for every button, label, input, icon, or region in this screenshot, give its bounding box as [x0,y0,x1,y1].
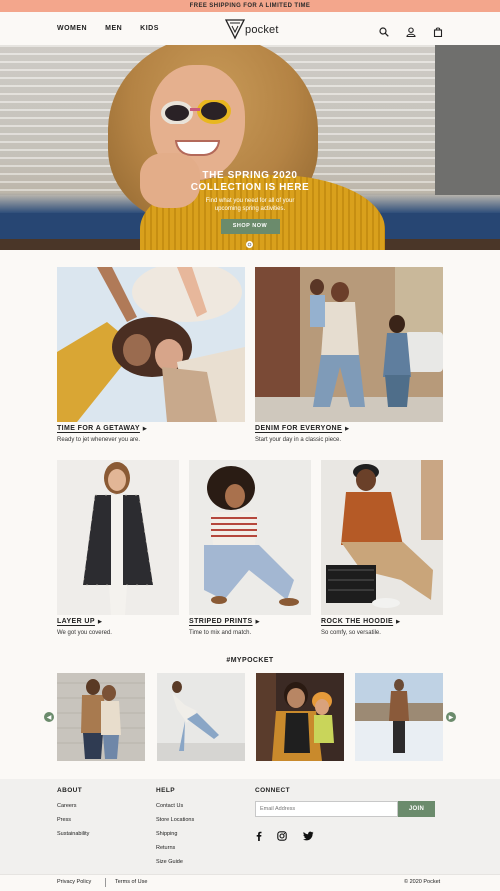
product-title-layer-up-text: LAYER UP [57,618,95,625]
carousel-prev-button[interactable]: ◀ [44,712,54,722]
join-button[interactable]: JOIN [398,801,435,817]
feature-title-denim-text: DENIM FOR EVERYONE [255,425,343,432]
arrow-right-icon: ▶ [97,619,103,625]
footer-help-title: HELP [156,787,175,794]
instagram-icon[interactable] [277,828,287,841]
product-title-striped-text: STRIPED PRINTS [189,618,253,625]
nav-kids[interactable]: KIDS [140,25,159,32]
getaway-photo [57,267,245,422]
striped-photo [189,460,311,615]
facebook-icon[interactable] [254,828,264,841]
arrow-right-icon: ▶ [396,619,401,625]
feature-title-denim[interactable]: DENIM FOR EVERYONE ▶ [255,425,349,432]
instagram-photo-1 [57,673,145,761]
footer-link-stores[interactable]: Store Locations [156,817,194,823]
terms-of-use-link[interactable]: Terms of Use [115,879,147,885]
copyright-text: © 2020 Pocket [404,879,441,885]
footer-link-press[interactable]: Press [57,817,71,823]
feature-title-getaway-text: TIME FOR A GETAWAY [57,425,140,432]
instagram-photo-4 [355,673,443,761]
instagram-post-4[interactable] [355,673,443,761]
footer-link-size-guide[interactable]: Size Guide [156,859,183,865]
product-image-layer-up[interactable] [57,460,179,615]
arrow-right-icon: ▶ [142,426,148,432]
bag-icon[interactable] [433,24,443,37]
hero-subtitle-line2: upcoming spring activities. [214,206,286,212]
instagram-post-2[interactable] [157,673,245,761]
instagram-post-1[interactable] [57,673,145,761]
user-icon[interactable] [406,24,416,37]
hero-wall [435,45,500,195]
denim-photo [255,267,443,422]
header-icons [379,12,443,45]
promo-text: FREE SHIPPING FOR A LIMITED TIME [189,3,311,9]
search-icon[interactable] [379,24,389,37]
arrow-right-icon: ▶ [255,619,260,625]
chevron-right-icon: ▶ [448,714,454,721]
nav-women[interactable]: WOMEN [57,25,87,32]
footer-link-shipping[interactable]: Shipping [156,831,177,837]
hero-subtitle: Find what you need for all of your upcom… [180,197,320,213]
footer-connect-title: CONNECT [255,787,290,794]
hero-title-line2: COLLECTION IS HERE [190,182,310,193]
hoodie-photo [321,460,443,615]
product-subtitle-striped: Time to mix and match. [189,630,252,636]
hero-title-line1: THE SPRING 2020 [202,170,298,181]
feature-image-denim[interactable] [255,267,443,422]
promo-banner: FREE SHIPPING FOR A LIMITED TIME [0,0,500,12]
email-field[interactable] [255,801,398,817]
feature-title-getaway[interactable]: TIME FOR A GETAWAY ▶ [57,425,147,432]
privacy-policy-link[interactable]: Privacy Policy [57,879,91,885]
hero-sunglasses [161,100,231,124]
instagram-photo-3 [256,673,344,761]
product-title-hoodie-text: ROCK THE HOODIE [321,618,394,625]
shop-now-button[interactable]: SHOP NOW [220,219,280,234]
carousel-next-button[interactable]: ▶ [446,712,456,722]
product-title-layer-up[interactable]: LAYER UP ▶ [57,618,102,625]
instagram-heading: #MYPOCKET [226,657,274,664]
legal-divider [105,878,106,887]
hero-subtitle-line1: Find what you need for all of your [205,198,295,204]
site-header: WOMEN MEN KIDS pocket [0,12,500,45]
product-image-striped[interactable] [189,460,311,615]
footer-link-sustainability[interactable]: Sustainability [57,831,89,837]
logo-mark [225,19,245,40]
footer-link-careers[interactable]: Careers [57,803,77,809]
product-subtitle-hoodie: So comfy, so versatile. [321,630,381,636]
main-nav: WOMEN MEN KIDS [57,12,159,45]
feature-subtitle-getaway: Ready to jet whenever you are. [57,437,141,443]
logo-text: pocket [245,24,279,36]
product-image-hoodie[interactable] [321,460,443,615]
product-title-striped[interactable]: STRIPED PRINTS ▶ [189,618,260,625]
product-title-hoodie[interactable]: ROCK THE HOODIE ▶ [321,618,400,625]
instagram-post-3[interactable] [256,673,344,761]
footer-link-contact[interactable]: Contact Us [156,803,183,809]
carousel-dot[interactable] [246,241,253,248]
twitter-icon[interactable] [303,828,314,841]
feature-subtitle-denim: Start your day in a classic piece. [255,437,342,443]
site-logo[interactable]: pocket [225,17,279,41]
arrow-right-icon: ▶ [345,426,350,432]
footer-about-title: ABOUT [57,787,83,794]
instagram-photo-2 [157,673,245,761]
hero-title: THE SPRING 2020 COLLECTION IS HERE [180,170,320,194]
hero-banner: THE SPRING 2020 COLLECTION IS HERE Find … [0,45,500,250]
hero-copy: THE SPRING 2020 COLLECTION IS HERE Find … [180,170,320,234]
product-subtitle-layer-up: We got you covered. [57,630,112,636]
layer-up-photo [57,460,179,615]
nav-men[interactable]: MEN [105,25,122,32]
footer-link-returns[interactable]: Returns [156,845,175,851]
chevron-left-icon: ◀ [46,714,52,721]
feature-image-getaway[interactable] [57,267,245,422]
